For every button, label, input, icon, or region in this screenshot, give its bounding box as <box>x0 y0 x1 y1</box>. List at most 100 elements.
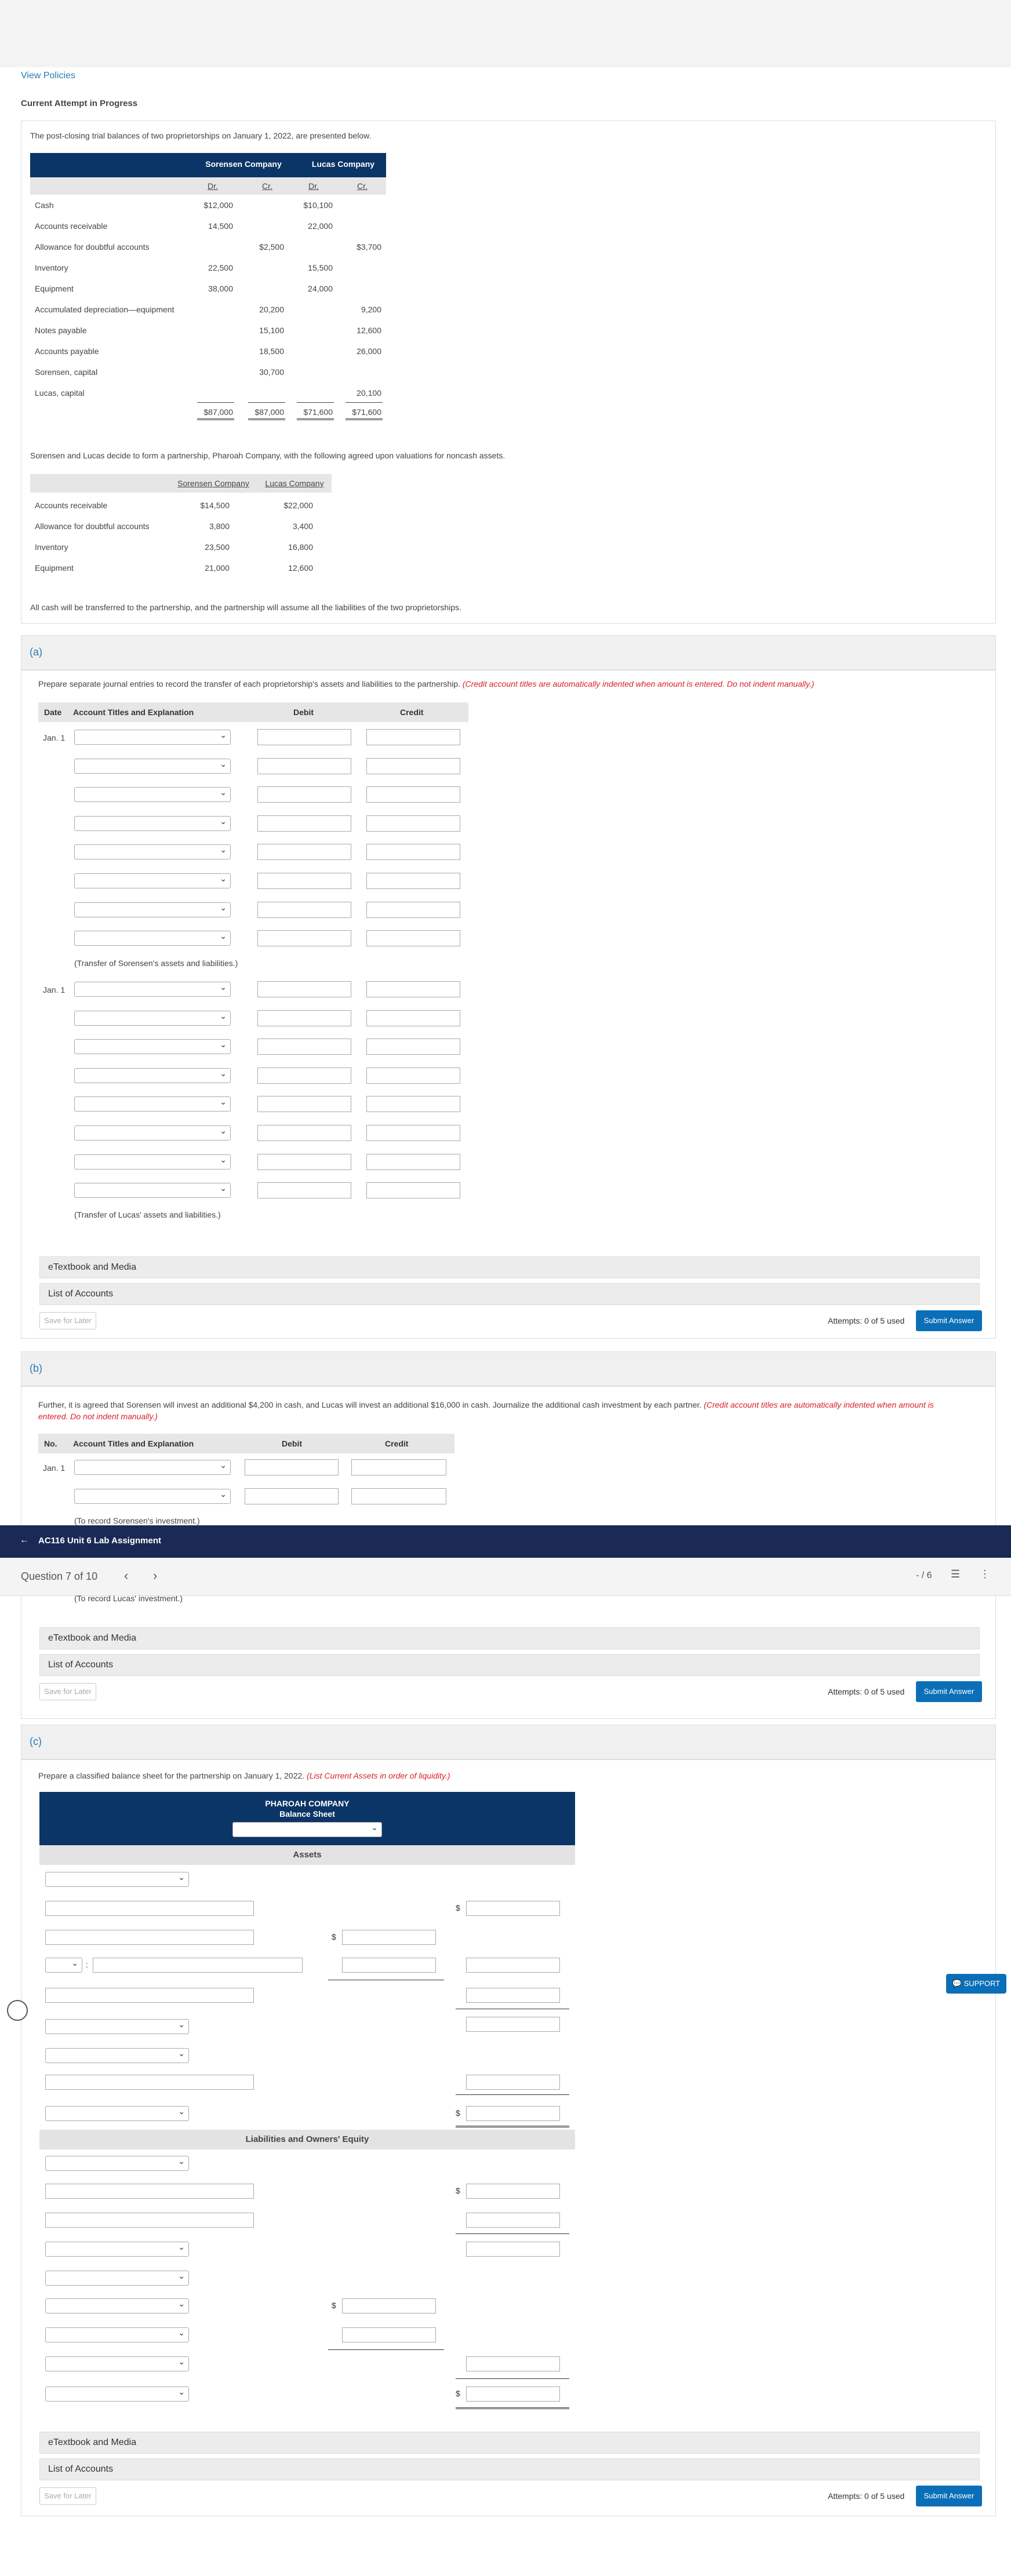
bs-amount-input[interactable] <box>466 1901 560 1916</box>
bs-text-input[interactable] <box>93 1958 303 1973</box>
part-a-debit-input[interactable] <box>257 1067 351 1084</box>
bs-account-select[interactable] <box>45 2327 189 2342</box>
list-of-accounts-bar[interactable]: List of Accounts <box>39 1283 980 1305</box>
part-a-credit-input[interactable] <box>366 1096 460 1113</box>
part-a-debit-input[interactable] <box>257 981 351 997</box>
part-a-account-select[interactable] <box>74 758 231 774</box>
bs-amount-input[interactable] <box>466 1958 560 1973</box>
part-a-account-select[interactable] <box>74 902 231 917</box>
part-a-account-select[interactable] <box>74 1125 231 1141</box>
part-a-credit-input[interactable] <box>366 981 460 997</box>
part-b-credit-input[interactable] <box>351 1488 446 1504</box>
bs-amount-input[interactable] <box>466 2356 560 2371</box>
part-a-debit-input[interactable] <box>257 1153 351 1170</box>
part-a-debit-input[interactable] <box>257 1182 351 1199</box>
part-a-account-select[interactable] <box>74 815 231 831</box>
part-a-credit-input[interactable] <box>366 1010 460 1026</box>
part-a-account-select[interactable] <box>74 844 231 860</box>
bs-account-select[interactable] <box>45 2356 189 2371</box>
part-b-credit-input[interactable] <box>351 1459 446 1475</box>
bs-date-select[interactable] <box>232 1822 382 1837</box>
part-a-credit-input[interactable] <box>366 757 460 774</box>
list-icon[interactable]: ☰ <box>951 1568 960 1580</box>
submit-answer-button[interactable]: Submit Answer <box>916 2486 982 2506</box>
bs-text-input[interactable] <box>45 2075 254 2090</box>
part-a-credit-input[interactable] <box>366 786 460 803</box>
bs-amount-input[interactable] <box>466 2184 560 2199</box>
back-arrow-icon[interactable]: ← <box>20 1535 29 1546</box>
bs-account-select[interactable] <box>45 2106 189 2121</box>
part-a-account-select[interactable] <box>74 1096 231 1112</box>
bs-amount-input[interactable] <box>342 1958 436 1973</box>
submit-answer-button[interactable]: Submit Answer <box>916 1310 982 1331</box>
etextbook-bar[interactable]: eTextbook and Media <box>39 1627 980 1649</box>
part-a-debit-input[interactable] <box>257 1096 351 1113</box>
bs-amount-input[interactable] <box>466 2106 560 2121</box>
cookie-icon[interactable] <box>7 2000 28 2021</box>
part-b-account-select[interactable] <box>74 1460 231 1475</box>
part-a-account-select[interactable] <box>74 1154 231 1169</box>
part-b-debit-input[interactable] <box>245 1488 339 1504</box>
bs-amount-input[interactable] <box>342 2298 436 2313</box>
assignment-title[interactable]: AC116 Unit 6 Lab Assignment <box>38 1536 161 1546</box>
bs-account-select[interactable] <box>45 2242 189 2257</box>
submit-answer-button[interactable]: Submit Answer <box>916 1681 982 1702</box>
part-b-debit-input[interactable] <box>245 1459 339 1475</box>
etextbook-bar[interactable]: eTextbook and Media <box>39 1256 980 1278</box>
bs-text-input[interactable] <box>45 1901 254 1916</box>
part-a-debit-input[interactable] <box>257 815 351 832</box>
bs-amount-input[interactable] <box>466 2213 560 2228</box>
save-for-later-button[interactable]: Save for Later <box>39 1312 96 1329</box>
more-vert-icon[interactable]: ⋮ <box>980 1568 990 1580</box>
bs-text-input[interactable] <box>45 1988 254 2003</box>
part-a-credit-input[interactable] <box>366 815 460 832</box>
part-a-account-select[interactable] <box>74 1010 231 1026</box>
etextbook-bar[interactable]: eTextbook and Media <box>39 2432 980 2454</box>
part-a-credit-input[interactable] <box>366 873 460 889</box>
part-a-debit-input[interactable] <box>257 729 351 745</box>
bs-text-input[interactable] <box>45 2213 254 2228</box>
view-policies-link[interactable]: View Policies <box>21 71 75 81</box>
part-a-account-select[interactable] <box>74 1067 231 1083</box>
bs-account-select[interactable] <box>45 2156 189 2171</box>
bs-account-select[interactable] <box>45 1958 82 1973</box>
part-a-credit-input[interactable] <box>366 1067 460 1084</box>
bs-amount-input[interactable] <box>466 2017 560 2032</box>
bs-amount-input[interactable] <box>466 2242 560 2257</box>
part-a-debit-input[interactable] <box>257 901 351 918</box>
bs-amount-input[interactable] <box>342 2327 436 2342</box>
bs-account-select[interactable] <box>45 2048 189 2063</box>
bs-amount-input[interactable] <box>342 1930 436 1945</box>
part-a-debit-input[interactable] <box>257 1010 351 1026</box>
bs-amount-input[interactable] <box>466 2386 560 2402</box>
list-of-accounts-bar[interactable]: List of Accounts <box>39 2458 980 2480</box>
part-a-credit-input[interactable] <box>366 901 460 918</box>
bs-account-select[interactable] <box>45 1872 189 1887</box>
part-a-debit-input[interactable] <box>257 1125 351 1141</box>
bs-amount-input[interactable] <box>466 2075 560 2090</box>
part-a-account-select[interactable] <box>74 1183 231 1198</box>
part-a-credit-input[interactable] <box>366 729 460 745</box>
part-a-debit-input[interactable] <box>257 873 351 889</box>
list-of-accounts-bar[interactable]: List of Accounts <box>39 1654 980 1676</box>
part-a-credit-input[interactable] <box>366 1182 460 1199</box>
part-a-debit-input[interactable] <box>257 930 351 947</box>
next-question-button[interactable]: › <box>153 1568 157 1583</box>
save-for-later-button[interactable]: Save for Later <box>39 1683 96 1700</box>
part-a-account-select[interactable] <box>74 873 231 888</box>
bs-account-select[interactable] <box>45 2271 189 2286</box>
part-a-credit-input[interactable] <box>366 930 460 947</box>
part-a-debit-input[interactable] <box>257 844 351 861</box>
part-a-debit-input[interactable] <box>257 1039 351 1055</box>
part-b-account-select[interactable] <box>74 1489 231 1504</box>
bs-account-select[interactable] <box>45 2019 189 2034</box>
part-a-credit-input[interactable] <box>366 1039 460 1055</box>
bs-amount-input[interactable] <box>466 1988 560 2003</box>
bs-account-select[interactable] <box>45 2386 189 2402</box>
part-a-credit-input[interactable] <box>366 1125 460 1141</box>
part-a-account-select[interactable] <box>74 730 231 745</box>
save-for-later-button[interactable]: Save for Later <box>39 2487 96 2505</box>
support-button[interactable]: 💬 SUPPORT <box>946 1974 1006 1994</box>
part-a-debit-input[interactable] <box>257 786 351 803</box>
part-a-account-select[interactable] <box>74 1039 231 1055</box>
